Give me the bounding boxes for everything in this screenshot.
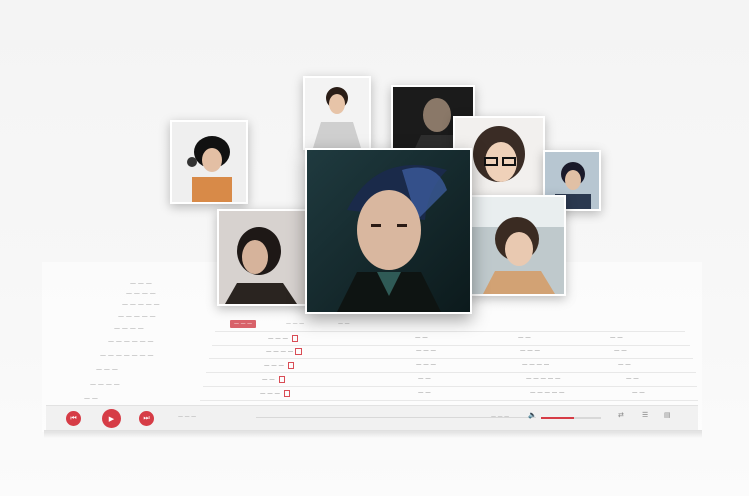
window-shadow	[44, 430, 702, 438]
photo-icon	[307, 150, 470, 312]
row-divider	[209, 358, 693, 359]
total-time: — — —	[491, 414, 510, 420]
row-divider	[206, 372, 696, 373]
sidebar-item[interactable]: — — — —	[126, 290, 156, 297]
table-row[interactable]: — —	[262, 376, 286, 383]
next-icon: ⏭	[143, 414, 150, 422]
stage: — — — — — — — — — — — — — — — — — — — — …	[0, 0, 749, 496]
sidebar-item[interactable]: — — — —	[114, 325, 144, 332]
sidebar-item[interactable]: — — — — — —	[108, 338, 154, 345]
table-cell: — —	[632, 390, 645, 396]
table-row[interactable]: — — —	[268, 335, 299, 342]
volume-slider[interactable]	[541, 417, 601, 419]
row-divider	[212, 345, 690, 346]
playlist-icon[interactable]: ▤	[664, 411, 671, 419]
row-divider	[200, 400, 698, 401]
mv-badge-icon	[295, 348, 302, 355]
table-cell: — — —	[520, 348, 540, 354]
mv-badge-icon	[278, 376, 286, 383]
volume-icon[interactable]: 🔈	[528, 411, 537, 419]
row-divider	[203, 386, 697, 387]
previous-button[interactable]: ⏮	[66, 411, 81, 426]
table-row[interactable]: — — — —	[266, 348, 302, 355]
tab-2[interactable]: — — —	[282, 320, 308, 328]
sidebar-item[interactable]: — — — — — — —	[100, 352, 153, 359]
singer-photo-2[interactable]	[303, 76, 371, 150]
row-divider	[215, 331, 685, 332]
singer-photo-featured[interactable]	[305, 148, 472, 314]
singer-photo-7[interactable]	[467, 195, 566, 296]
table-row[interactable]: — — —	[260, 390, 291, 397]
table-cell: — — — — —	[526, 376, 561, 382]
photo-icon	[305, 78, 369, 148]
mv-badge-icon	[283, 390, 291, 397]
sidebar-item[interactable]: — — —	[130, 280, 152, 287]
singer-photo-6[interactable]	[217, 209, 311, 306]
sidebar-item[interactable]: — — — — —	[122, 301, 160, 308]
current-time: — — —	[178, 414, 197, 420]
sidebar-item[interactable]: — — —	[96, 366, 118, 373]
sidebar-item[interactable]: — — — —	[90, 381, 120, 388]
table-cell: — — — —	[522, 362, 550, 368]
photo-icon	[469, 197, 564, 294]
volume-fill	[541, 417, 574, 419]
table-cell: — —	[415, 335, 428, 341]
table-cell: — —	[626, 376, 639, 382]
play-icon: ▶	[108, 414, 115, 423]
singer-photo-1[interactable]	[170, 120, 248, 204]
play-button[interactable]: ▶	[102, 409, 121, 428]
table-cell: — —	[610, 335, 623, 341]
mv-badge-icon	[287, 362, 295, 369]
table-row[interactable]: — — —	[264, 362, 295, 369]
lyrics-icon[interactable]: ☰	[642, 411, 648, 419]
photo-icon	[172, 122, 246, 202]
sidebar-item[interactable]: — — — — —	[118, 313, 156, 320]
table-cell: — —	[614, 348, 627, 354]
table-cell: — —	[418, 390, 431, 396]
sidebar-item[interactable]: — —	[84, 395, 98, 402]
sidebar: — — — — — — — — — — — — — — — — — — — — …	[78, 268, 198, 408]
previous-icon: ⏮	[70, 414, 77, 422]
table-cell: — — — — —	[530, 390, 565, 396]
mv-badge-icon	[291, 335, 299, 342]
table-cell: — —	[418, 376, 431, 382]
table-cell: — —	[618, 362, 631, 368]
tab-1[interactable]: — — —	[230, 320, 257, 328]
player-bar: ⏮ ▶ ⏭ — — — — — — 🔈 ⇄ ☰ ▤	[46, 405, 698, 430]
tab-3[interactable]: — —	[334, 320, 354, 328]
shuffle-icon[interactable]: ⇄	[618, 411, 624, 419]
table-cell: — — —	[416, 348, 436, 354]
table-cell: — —	[518, 335, 531, 341]
photo-icon	[219, 211, 309, 304]
table-cell: — — —	[416, 362, 436, 368]
next-button[interactable]: ⏭	[139, 411, 154, 426]
